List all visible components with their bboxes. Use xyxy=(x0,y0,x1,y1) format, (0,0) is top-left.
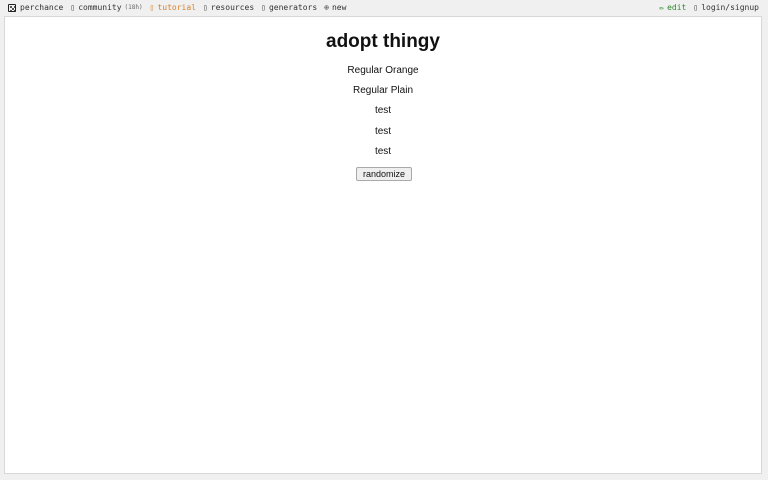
resources-link[interactable]: ▯ resources xyxy=(203,0,254,16)
login-link[interactable]: ▯ login/signup xyxy=(693,0,759,16)
output-line-2: Regular Plain xyxy=(352,85,414,96)
tutorial-label: tutorial xyxy=(157,3,196,12)
edit-link[interactable]: ✏ edit xyxy=(659,0,686,16)
community-label: community xyxy=(78,3,122,12)
top-nav-right: ✏ edit ▯ login/signup xyxy=(659,0,759,16)
new-label: new xyxy=(331,3,347,12)
edit-label: edit xyxy=(667,3,687,12)
user-icon: ▯ xyxy=(693,3,699,12)
page-title: adopt thingy xyxy=(326,31,440,52)
top-navigation-bar: perchance ▯ community (18h) ▯ tutorial ▯… xyxy=(0,0,768,16)
community-link[interactable]: ▯ community (18h) xyxy=(70,0,142,16)
book-icon: ▯ xyxy=(149,3,155,12)
chat-icon: ▯ xyxy=(70,3,76,12)
generator-output-panel: adopt thingy Regular Orange Regular Plai… xyxy=(4,16,762,474)
randomize-button[interactable]: randomize xyxy=(356,167,412,181)
output-line-4: test xyxy=(374,126,392,137)
plus-circle-icon: ⊕ xyxy=(324,3,329,12)
dice-icon xyxy=(8,4,16,12)
top-nav-left: perchance ▯ community (18h) ▯ tutorial ▯… xyxy=(8,0,353,16)
tutorial-link[interactable]: ▯ tutorial xyxy=(150,0,196,16)
generators-link[interactable]: ▯ generators xyxy=(261,0,317,16)
brand-link[interactable]: perchance xyxy=(8,0,63,16)
brand-label: perchance xyxy=(20,3,64,12)
generators-label: generators xyxy=(268,3,318,12)
folder-icon: ▯ xyxy=(202,3,208,12)
login-label: login/signup xyxy=(701,3,759,12)
output-line-5: test xyxy=(374,146,392,157)
output-line-3: test xyxy=(374,105,392,116)
list-icon: ▯ xyxy=(261,3,266,12)
pencil-icon: ✏ xyxy=(659,3,665,12)
output-line-1: Regular Orange xyxy=(347,65,419,76)
community-count: (18h) xyxy=(124,4,143,11)
new-link[interactable]: ⊕ new xyxy=(324,0,346,16)
resources-label: resources xyxy=(210,3,255,12)
